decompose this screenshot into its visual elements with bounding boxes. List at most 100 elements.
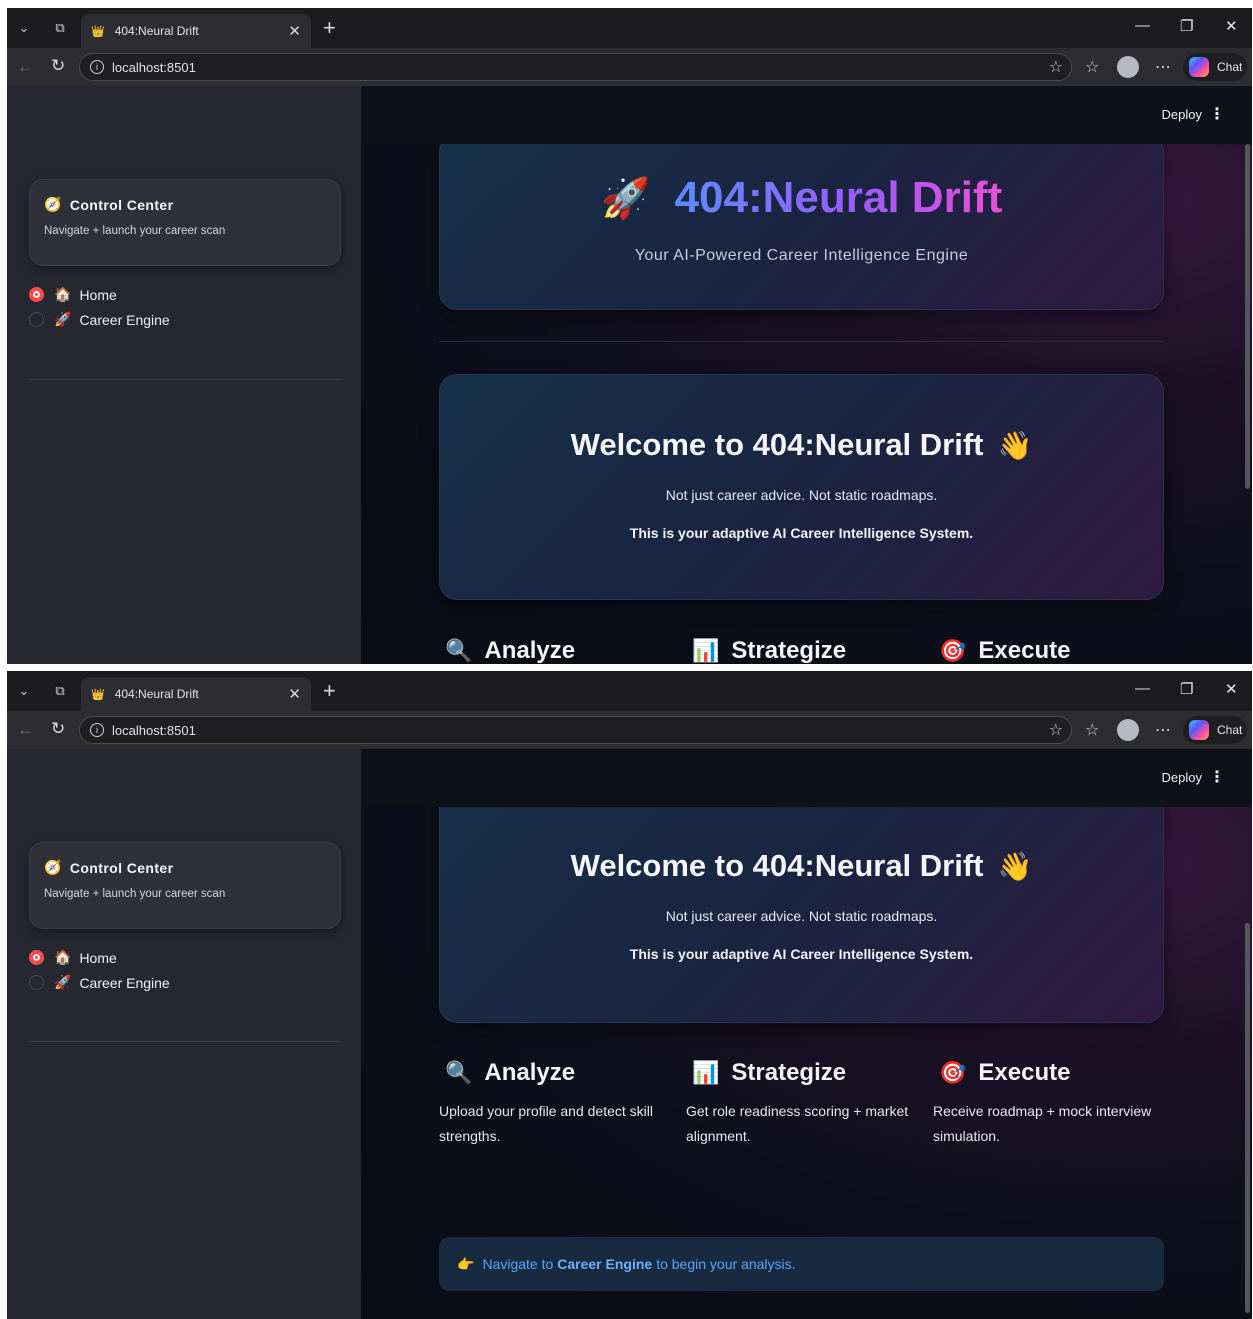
feature-strategize: 📊 Strategize [692,637,932,664]
close-window-icon[interactable]: ✕ [1225,680,1238,698]
back-arrow-icon[interactable]: ← [17,720,34,740]
feature-description: Upload your profile and detect skill str… [439,1103,654,1144]
welcome-line-1: Not just career advice. Not static roadm… [665,487,938,503]
scrollbar-thumb[interactable] [1245,923,1250,1313]
pointing-hand-icon: 👉 [457,1255,475,1272]
streamlit-favicon-icon: 👑 [91,688,105,701]
feature-analyze: 🔍 Analyze [445,637,685,664]
nav-radio-home[interactable]: 🏠 Home [29,949,117,966]
deploy-button[interactable]: Deploy [1162,770,1202,785]
info-suffix: to begin your analysis. [656,1256,796,1272]
tab-list-icon[interactable]: ⌄ [13,17,35,39]
tab-close-icon[interactable]: ✕ [288,22,301,40]
tab-list-icon[interactable]: ⌄ [13,680,35,702]
scrollbar-thumb[interactable] [1245,144,1250,489]
favorites-list-icon[interactable]: ☆ [1085,720,1099,740]
copilot-chat-button[interactable]: Chat [1183,53,1247,81]
url-input[interactable]: i localhost:8501 ☆ [79,716,1072,744]
screenshot-bottom: ⌄ ⧉ 👑 404:Neural Drift ✕ + — ❐ ✕ ← ↻ i l… [7,671,1252,1319]
sidebar: 🧭 Control Center Navigate + launch your … [7,749,361,1319]
radio-selected[interactable] [29,287,44,302]
feature-analyze: 🔍 Analyze Upload your profile and detect … [439,1059,685,1149]
control-center-title: Control Center [69,196,174,213]
info-career-engine: Career Engine [557,1256,653,1272]
sidebar: 🧭 Control Center Navigate + launch your … [7,86,361,664]
welcome-line-1: Not just career advice. Not static roadm… [665,908,938,924]
copilot-chat-button[interactable]: Chat [1183,716,1247,744]
radio-selected[interactable] [29,950,44,965]
feature-title: Analyze [484,1059,576,1086]
site-info-icon[interactable]: i [90,60,104,74]
close-window-icon[interactable]: ✕ [1225,17,1238,35]
restore-icon[interactable]: ❐ [1180,680,1193,698]
hero-subtitle: Your AI-Powered Career Intelligence Engi… [634,247,969,264]
rocket-icon: 🚀 [600,176,651,221]
chat-label: Chat [1217,723,1243,737]
url-input[interactable]: i localhost:8501 ☆ [79,53,1072,81]
waving-hand-icon: 👋 [997,850,1033,882]
copilot-icon [1189,720,1209,740]
waving-hand-icon: 👋 [997,429,1033,461]
tab-close-icon[interactable]: ✕ [288,685,301,703]
browser-tab[interactable]: 👑 404:Neural Drift ✕ [81,14,311,48]
copilot-icon [1189,57,1209,77]
reload-icon[interactable]: ↻ [51,56,65,76]
back-arrow-icon[interactable]: ← [17,57,34,77]
house-icon: 🏠 [54,286,72,302]
favorites-list-icon[interactable]: ☆ [1085,57,1099,77]
house-icon: 🏠 [54,949,72,965]
nav-radio-home[interactable]: 🏠 Home [29,286,117,303]
browser-tab[interactable]: 👑 404:Neural Drift ✕ [81,677,311,711]
address-bar-row: ← ↻ i localhost:8501 ☆ ☆ ⋯ Chat [7,48,1252,86]
feature-title: Strategize [731,1059,847,1086]
collections-icon[interactable]: ⧉ [49,17,71,39]
hero-card: 🚀 404:Neural Drift Your AI-Powered Caree… [439,134,1164,310]
rocket-icon: 🚀 [54,974,72,990]
welcome-title: Welcome to 404:Neural Drift [570,427,984,462]
more-menu-icon[interactable]: ⋯ [1155,57,1171,77]
main-menu-icon[interactable]: ⋮ [1209,104,1225,124]
new-tab-icon[interactable]: + [323,15,336,41]
radio-unselected[interactable] [29,312,44,327]
profile-avatar[interactable] [1117,56,1139,78]
favorite-star-icon[interactable]: ☆ [1049,57,1063,77]
nav-home-label: Home [79,286,117,303]
welcome-title-row: Welcome to 404:Neural Drift 👋 [440,427,1163,463]
radio-unselected[interactable] [29,975,44,990]
feature-title: Strategize [731,637,847,664]
bar-chart-icon: 📊 [692,638,720,663]
info-alert: 👉 Navigate to Career Engine to begin you… [439,1237,1164,1291]
welcome-card: Welcome to 404:Neural Drift 👋 Not just c… [439,374,1164,600]
hero-title-row: 🚀 404:Neural Drift [440,173,1163,223]
nav-radio-career-engine[interactable]: 🚀 Career Engine [29,311,170,328]
info-prefix: Navigate to [482,1256,554,1272]
address-bar-row: ← ↻ i localhost:8501 ☆ ☆ ⋯ Chat [7,711,1252,749]
deploy-button[interactable]: Deploy [1162,107,1202,122]
app-header: Deploy ⋮ [361,86,1252,144]
favorite-star-icon[interactable]: ☆ [1049,720,1063,740]
compass-icon: 🧭 [44,196,62,212]
welcome-title-row: Welcome to 404:Neural Drift 👋 [440,848,1163,884]
more-menu-icon[interactable]: ⋯ [1155,720,1171,740]
site-info-icon[interactable]: i [90,723,104,737]
collections-icon[interactable]: ⧉ [49,680,71,702]
control-center-subtitle: Navigate + launch your career scan [44,225,226,237]
nav-home-label: Home [79,949,117,966]
control-center-card: 🧭 Control Center Navigate + launch your … [29,179,341,266]
browser-tab-bar: ⌄ ⧉ 👑 404:Neural Drift ✕ + — ❐ ✕ [7,671,1252,711]
sidebar-divider [29,379,341,380]
control-center-title-row: 🧭 Control Center [44,859,326,876]
main-menu-icon[interactable]: ⋮ [1209,767,1225,787]
magnifier-icon: 🔍 [445,638,473,663]
restore-icon[interactable]: ❐ [1180,17,1193,35]
profile-avatar[interactable] [1117,719,1139,741]
rocket-icon: 🚀 [54,311,72,327]
feature-execute: 🎯 Execute Receive roadmap + mock intervie… [933,1059,1179,1149]
main-content: Deploy ⋮ Welcome to 404:Neural Drift 👋 N… [361,749,1252,1319]
minimize-icon[interactable]: — [1135,17,1150,34]
minimize-icon[interactable]: — [1135,680,1150,697]
nav-radio-career-engine[interactable]: 🚀 Career Engine [29,974,170,991]
reload-icon[interactable]: ↻ [51,719,65,739]
main-divider [439,341,1164,342]
new-tab-icon[interactable]: + [323,678,336,704]
